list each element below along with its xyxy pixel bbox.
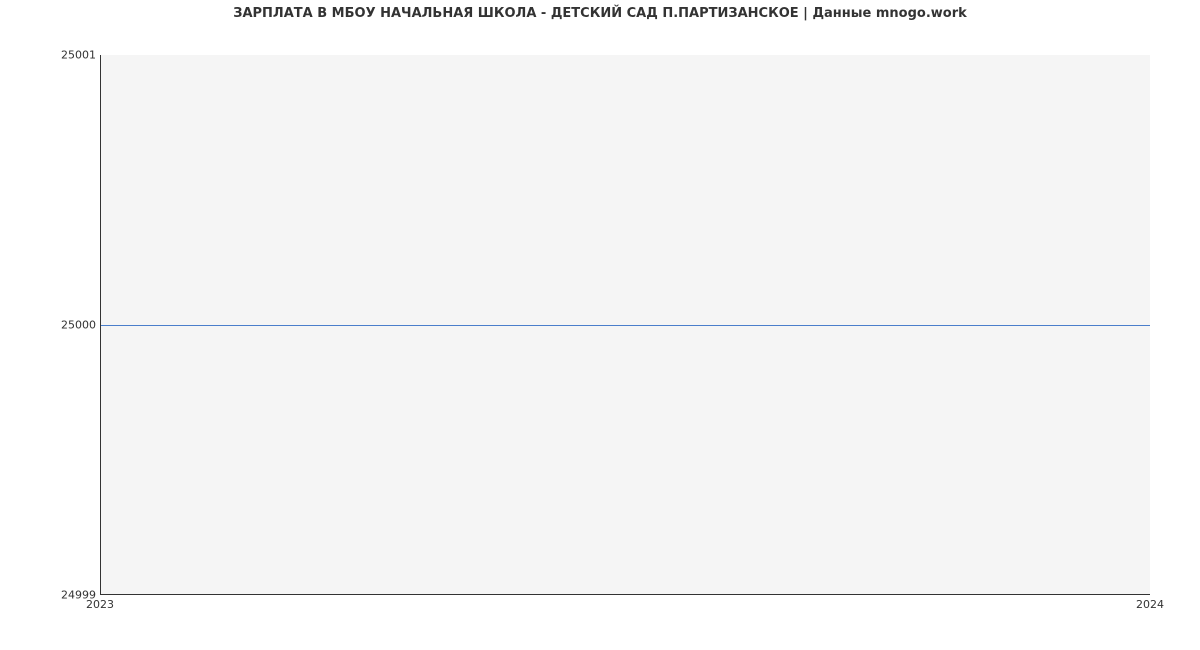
chart-title: ЗАРПЛАТА В МБОУ НАЧАЛЬНАЯ ШКОЛА - ДЕТСКИ… xyxy=(0,6,1200,21)
chart-container: ЗАРПЛАТА В МБОУ НАЧАЛЬНАЯ ШКОЛА - ДЕТСКИ… xyxy=(0,0,1200,650)
x-tick-label: 2024 xyxy=(1136,598,1164,611)
y-tick-label: 25001 xyxy=(36,49,96,62)
data-line-salary xyxy=(101,325,1150,326)
y-tick-label: 25000 xyxy=(36,319,96,332)
plot-area xyxy=(100,55,1150,595)
x-tick-label: 2023 xyxy=(86,598,114,611)
